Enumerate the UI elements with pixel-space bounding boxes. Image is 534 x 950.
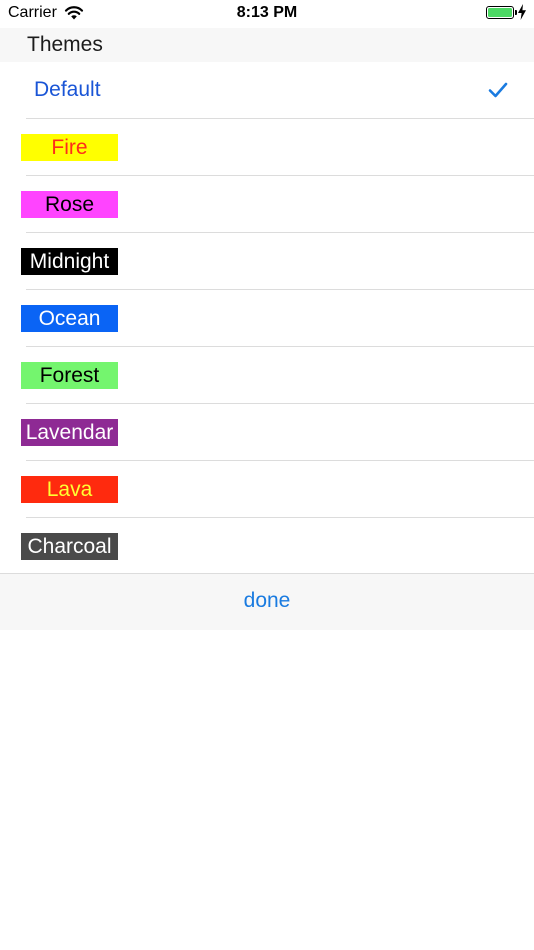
charging-bolt-icon (518, 4, 526, 20)
theme-row-rose[interactable]: Rose (0, 176, 534, 233)
theme-row-fire[interactable]: Fire (0, 119, 534, 176)
theme-swatch-rose: Rose (21, 191, 118, 218)
theme-swatch-ocean: Ocean (21, 305, 118, 332)
theme-row-default[interactable]: Default (0, 62, 534, 119)
status-bar: Carrier 8:13 PM (0, 0, 534, 28)
section-header: Themes (0, 28, 534, 62)
theme-swatch-lavendar: Lavendar (21, 419, 118, 446)
theme-label-default: Default (34, 78, 101, 101)
theme-swatch-midnight: Midnight (21, 248, 118, 275)
section-title: Themes (27, 33, 103, 56)
theme-row-lavendar[interactable]: Lavendar (0, 404, 534, 461)
battery-level (488, 8, 512, 17)
status-time: 8:13 PM (236, 4, 298, 21)
footer-bar: done (0, 573, 534, 630)
theme-swatch-charcoal: Charcoal (21, 533, 118, 560)
checkmark-icon (488, 82, 508, 98)
theme-swatch-lava: Lava (21, 476, 118, 503)
theme-swatch-fire: Fire (21, 134, 118, 161)
theme-row-charcoal[interactable]: Charcoal (0, 518, 534, 575)
theme-list: Default Fire Rose Midnight Ocean Forest … (0, 62, 534, 575)
theme-row-forest[interactable]: Forest (0, 347, 534, 404)
theme-swatch-forest: Forest (21, 362, 118, 389)
theme-row-midnight[interactable]: Midnight (0, 233, 534, 290)
done-button[interactable]: done (0, 589, 534, 613)
theme-row-lava[interactable]: Lava (0, 461, 534, 518)
battery-icon (486, 6, 514, 19)
theme-row-ocean[interactable]: Ocean (0, 290, 534, 347)
